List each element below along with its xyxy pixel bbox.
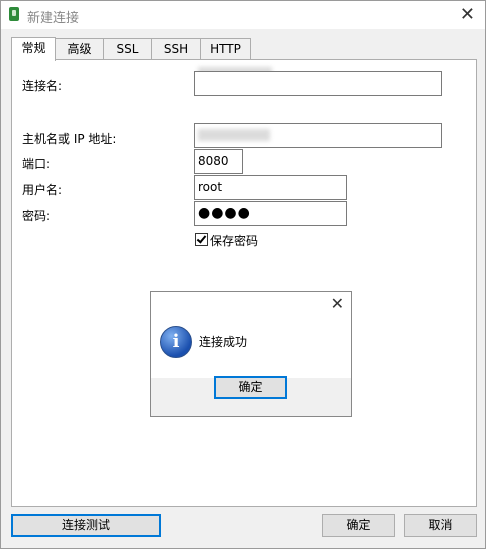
save-password-label: 保存密码: [210, 234, 259, 248]
general-panel: 连接名: 主机名或 IP 地址: 端口: 8080 用户名: root 密码: …: [11, 59, 477, 507]
window-title: 新建连接: [27, 11, 80, 26]
dialog-message: 连接成功: [199, 335, 248, 349]
ok-button[interactable]: 确定: [322, 514, 395, 537]
info-icon: i: [160, 326, 192, 358]
password-input[interactable]: ●●●●: [194, 201, 347, 226]
password-label: 密码:: [22, 209, 51, 223]
tab-advanced[interactable]: 高级: [55, 38, 104, 60]
dialog-body: i 连接成功: [151, 316, 351, 378]
test-connection-button[interactable]: 连接测试: [11, 514, 161, 537]
connection-name-input[interactable]: [194, 71, 442, 96]
save-password-checkbox[interactable]: [195, 233, 208, 246]
title-bar: 新建连接 ✕: [1, 1, 485, 29]
new-connection-window: 新建连接 ✕ 常规 高级 SSL SSH HTTP 连接名: 主机名或 IP 地…: [0, 0, 486, 549]
redacted-host: [198, 129, 270, 141]
cancel-button[interactable]: 取消: [404, 514, 477, 537]
dialog-title-bar: ✕: [151, 292, 351, 316]
port-input[interactable]: 8080: [194, 149, 243, 174]
dialog-ok-button[interactable]: 确定: [214, 376, 287, 399]
tab-ssh[interactable]: SSH: [151, 38, 201, 60]
dialog-close-icon[interactable]: ✕: [331, 294, 344, 313]
username-label: 用户名:: [22, 183, 63, 197]
connection-success-dialog: ✕ i 连接成功 确定: [150, 291, 352, 417]
app-icon: [9, 7, 19, 21]
tab-ssl[interactable]: SSL: [103, 38, 152, 60]
tab-http[interactable]: HTTP: [200, 38, 251, 60]
close-icon[interactable]: ✕: [460, 4, 475, 25]
tab-general[interactable]: 常规: [11, 37, 56, 61]
host-label: 主机名或 IP 地址:: [22, 132, 117, 146]
port-label: 端口:: [22, 157, 51, 171]
username-input[interactable]: root: [194, 175, 347, 200]
connection-name-label: 连接名:: [22, 79, 63, 93]
